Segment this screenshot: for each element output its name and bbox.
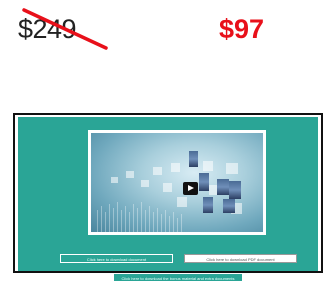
new-price: $97 (219, 14, 265, 44)
video-panel-background: Click here to download document Click he… (18, 117, 318, 282)
download-bonus-button[interactable]: Click here to download the bonus materia… (113, 273, 243, 282)
video-panel: Click here to download document Click he… (13, 113, 323, 282)
video-player[interactable] (88, 130, 266, 235)
play-icon[interactable] (183, 182, 198, 195)
download-pdf-button[interactable]: Click here to download PDF document (184, 254, 297, 263)
download-document-button[interactable]: Click here to download document (60, 254, 173, 263)
price-strikethrough (22, 8, 108, 50)
